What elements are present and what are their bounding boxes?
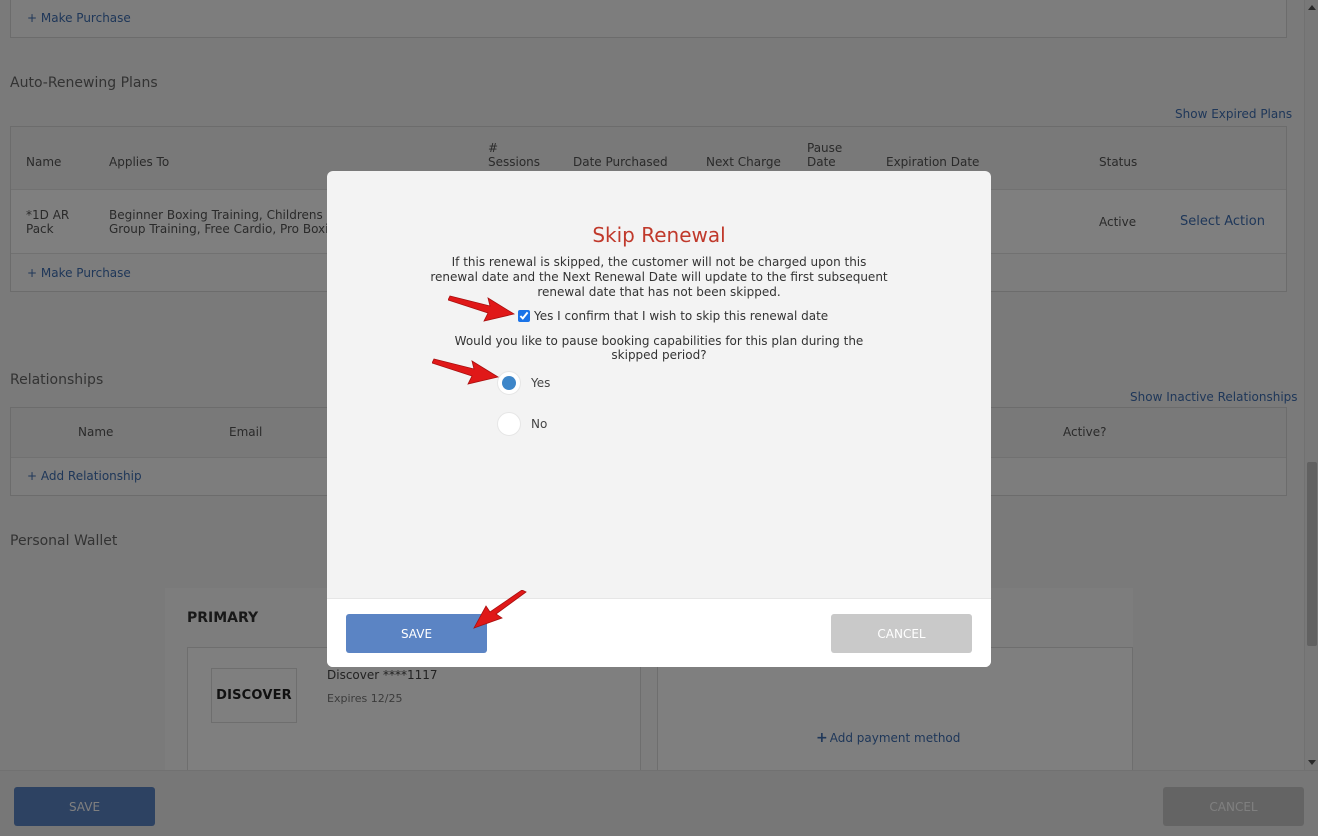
confirm-skip-checkbox[interactable] (518, 310, 530, 322)
skip-renewal-modal: Skip Renewal If this renewal is skipped,… (327, 171, 991, 667)
confirm-skip-label: Yes I confirm that I wish to skip this r… (534, 309, 829, 323)
confirm-skip-row[interactable]: Yes I confirm that I wish to skip this r… (518, 309, 828, 323)
annotation-arrow-icon-checkbox (448, 295, 516, 322)
pause-option-yes[interactable]: Yes (497, 371, 550, 395)
pause-option-no[interactable]: No (497, 412, 547, 436)
annotation-arrow-icon-radio (432, 358, 500, 385)
modal-body: Skip Renewal If this renewal is skipped,… (327, 171, 991, 598)
radio-yes-label: Yes (531, 376, 551, 390)
modal-footer: SAVE CANCEL (327, 598, 991, 667)
modal-cancel-button[interactable]: CANCEL (831, 614, 972, 653)
radio-selected-dot (502, 376, 516, 390)
radio-no[interactable] (497, 412, 521, 436)
annotation-arrow-icon-save (473, 590, 527, 629)
modal-title: Skip Renewal (592, 223, 726, 247)
pause-booking-question: Would you like to pause booking capabili… (454, 334, 864, 362)
modal-save-button[interactable]: SAVE (346, 614, 487, 653)
radio-no-label: No (531, 417, 548, 431)
